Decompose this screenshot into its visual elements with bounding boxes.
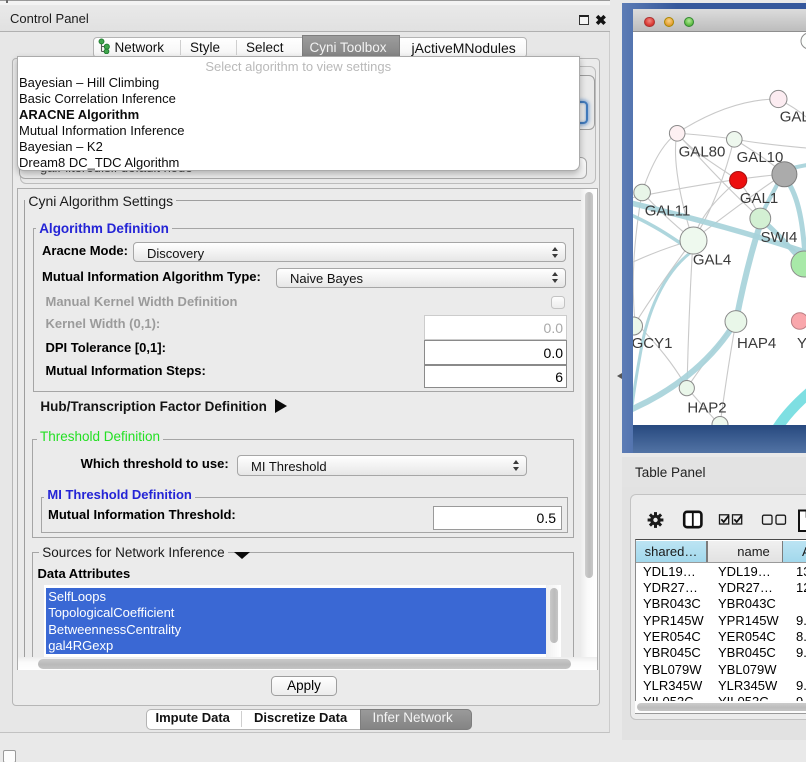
svg-text:GAL7: GAL7 xyxy=(780,109,806,126)
svg-text:GAL80: GAL80 xyxy=(679,144,726,161)
svg-text:GAL4: GAL4 xyxy=(693,252,731,269)
svg-text:GAL10: GAL10 xyxy=(737,149,784,166)
svg-text:HAP4: HAP4 xyxy=(737,335,776,352)
svg-text:GAL11: GAL11 xyxy=(645,203,691,220)
svg-text:YD: YD xyxy=(797,335,806,352)
svg-text:GAL1: GAL1 xyxy=(740,190,778,207)
svg-text:SWI4: SWI4 xyxy=(761,229,798,246)
svg-text:HAP2: HAP2 xyxy=(687,400,726,417)
svg-text:GCY1: GCY1 xyxy=(633,335,672,352)
